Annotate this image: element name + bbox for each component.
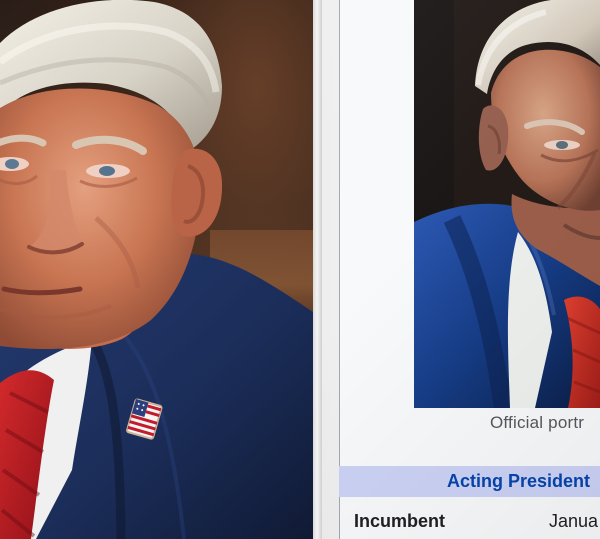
left-photo-panel — [0, 0, 313, 539]
comparison-screenshot: Official portr Acting President Incumben… — [0, 0, 600, 539]
image-divider — [313, 0, 322, 539]
official-portrait-image — [414, 0, 600, 408]
incumbent-label: Incumbent — [354, 511, 446, 531]
ear-shape — [171, 148, 223, 237]
official-portrait-frame — [414, 0, 600, 408]
incumbent-date: Janua — [549, 511, 599, 531]
incumbent-row: Incumbent Janua — [339, 507, 600, 537]
office-header-link[interactable]: Acting President — [339, 466, 600, 497]
left-portrait-image — [0, 0, 313, 539]
right-screen-panel: Official portr Acting President Incumben… — [322, 0, 600, 539]
portrait-caption: Official portr — [490, 413, 585, 432]
